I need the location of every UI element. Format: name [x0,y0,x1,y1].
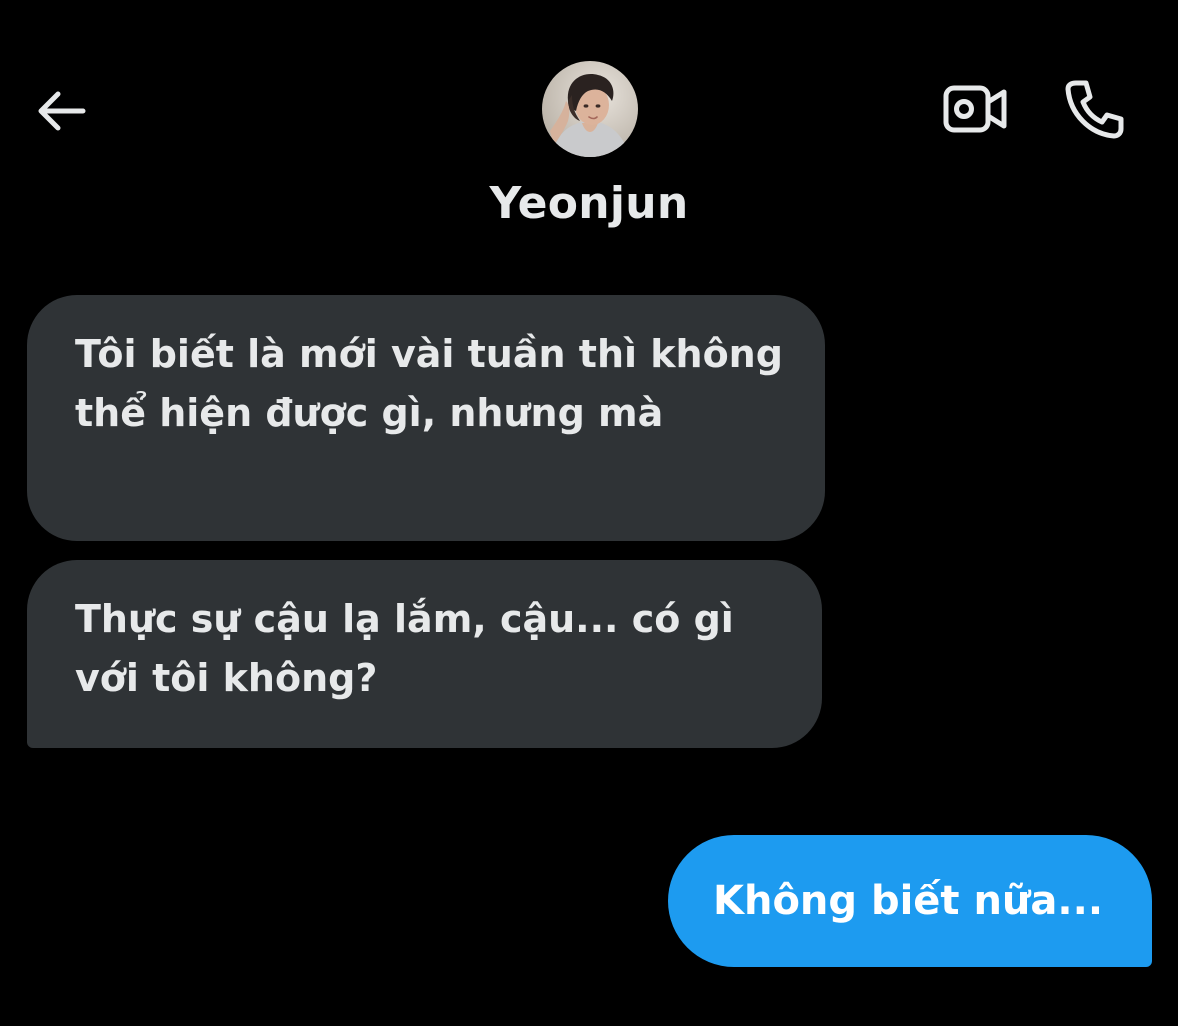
message-bubble-sent[interactable]: Không biết nữa... [668,835,1152,967]
avatar-image [542,61,638,157]
message-bubble-received[interactable]: Thực sự cậu lạ lắm, cậu... có gì với tôi… [27,560,822,748]
video-camera-icon [943,85,1007,133]
contact-avatar[interactable] [542,61,638,157]
phone-icon [1065,80,1124,139]
video-call-button[interactable] [940,78,1010,140]
message-bubble-received[interactable]: Tôi biết là mới vài tuần thì không thể h… [27,295,825,541]
arrow-left-icon [38,91,86,131]
back-button[interactable] [28,78,94,144]
contact-name[interactable]: Yeonjun [0,178,1178,229]
voice-call-button[interactable] [1058,74,1130,144]
